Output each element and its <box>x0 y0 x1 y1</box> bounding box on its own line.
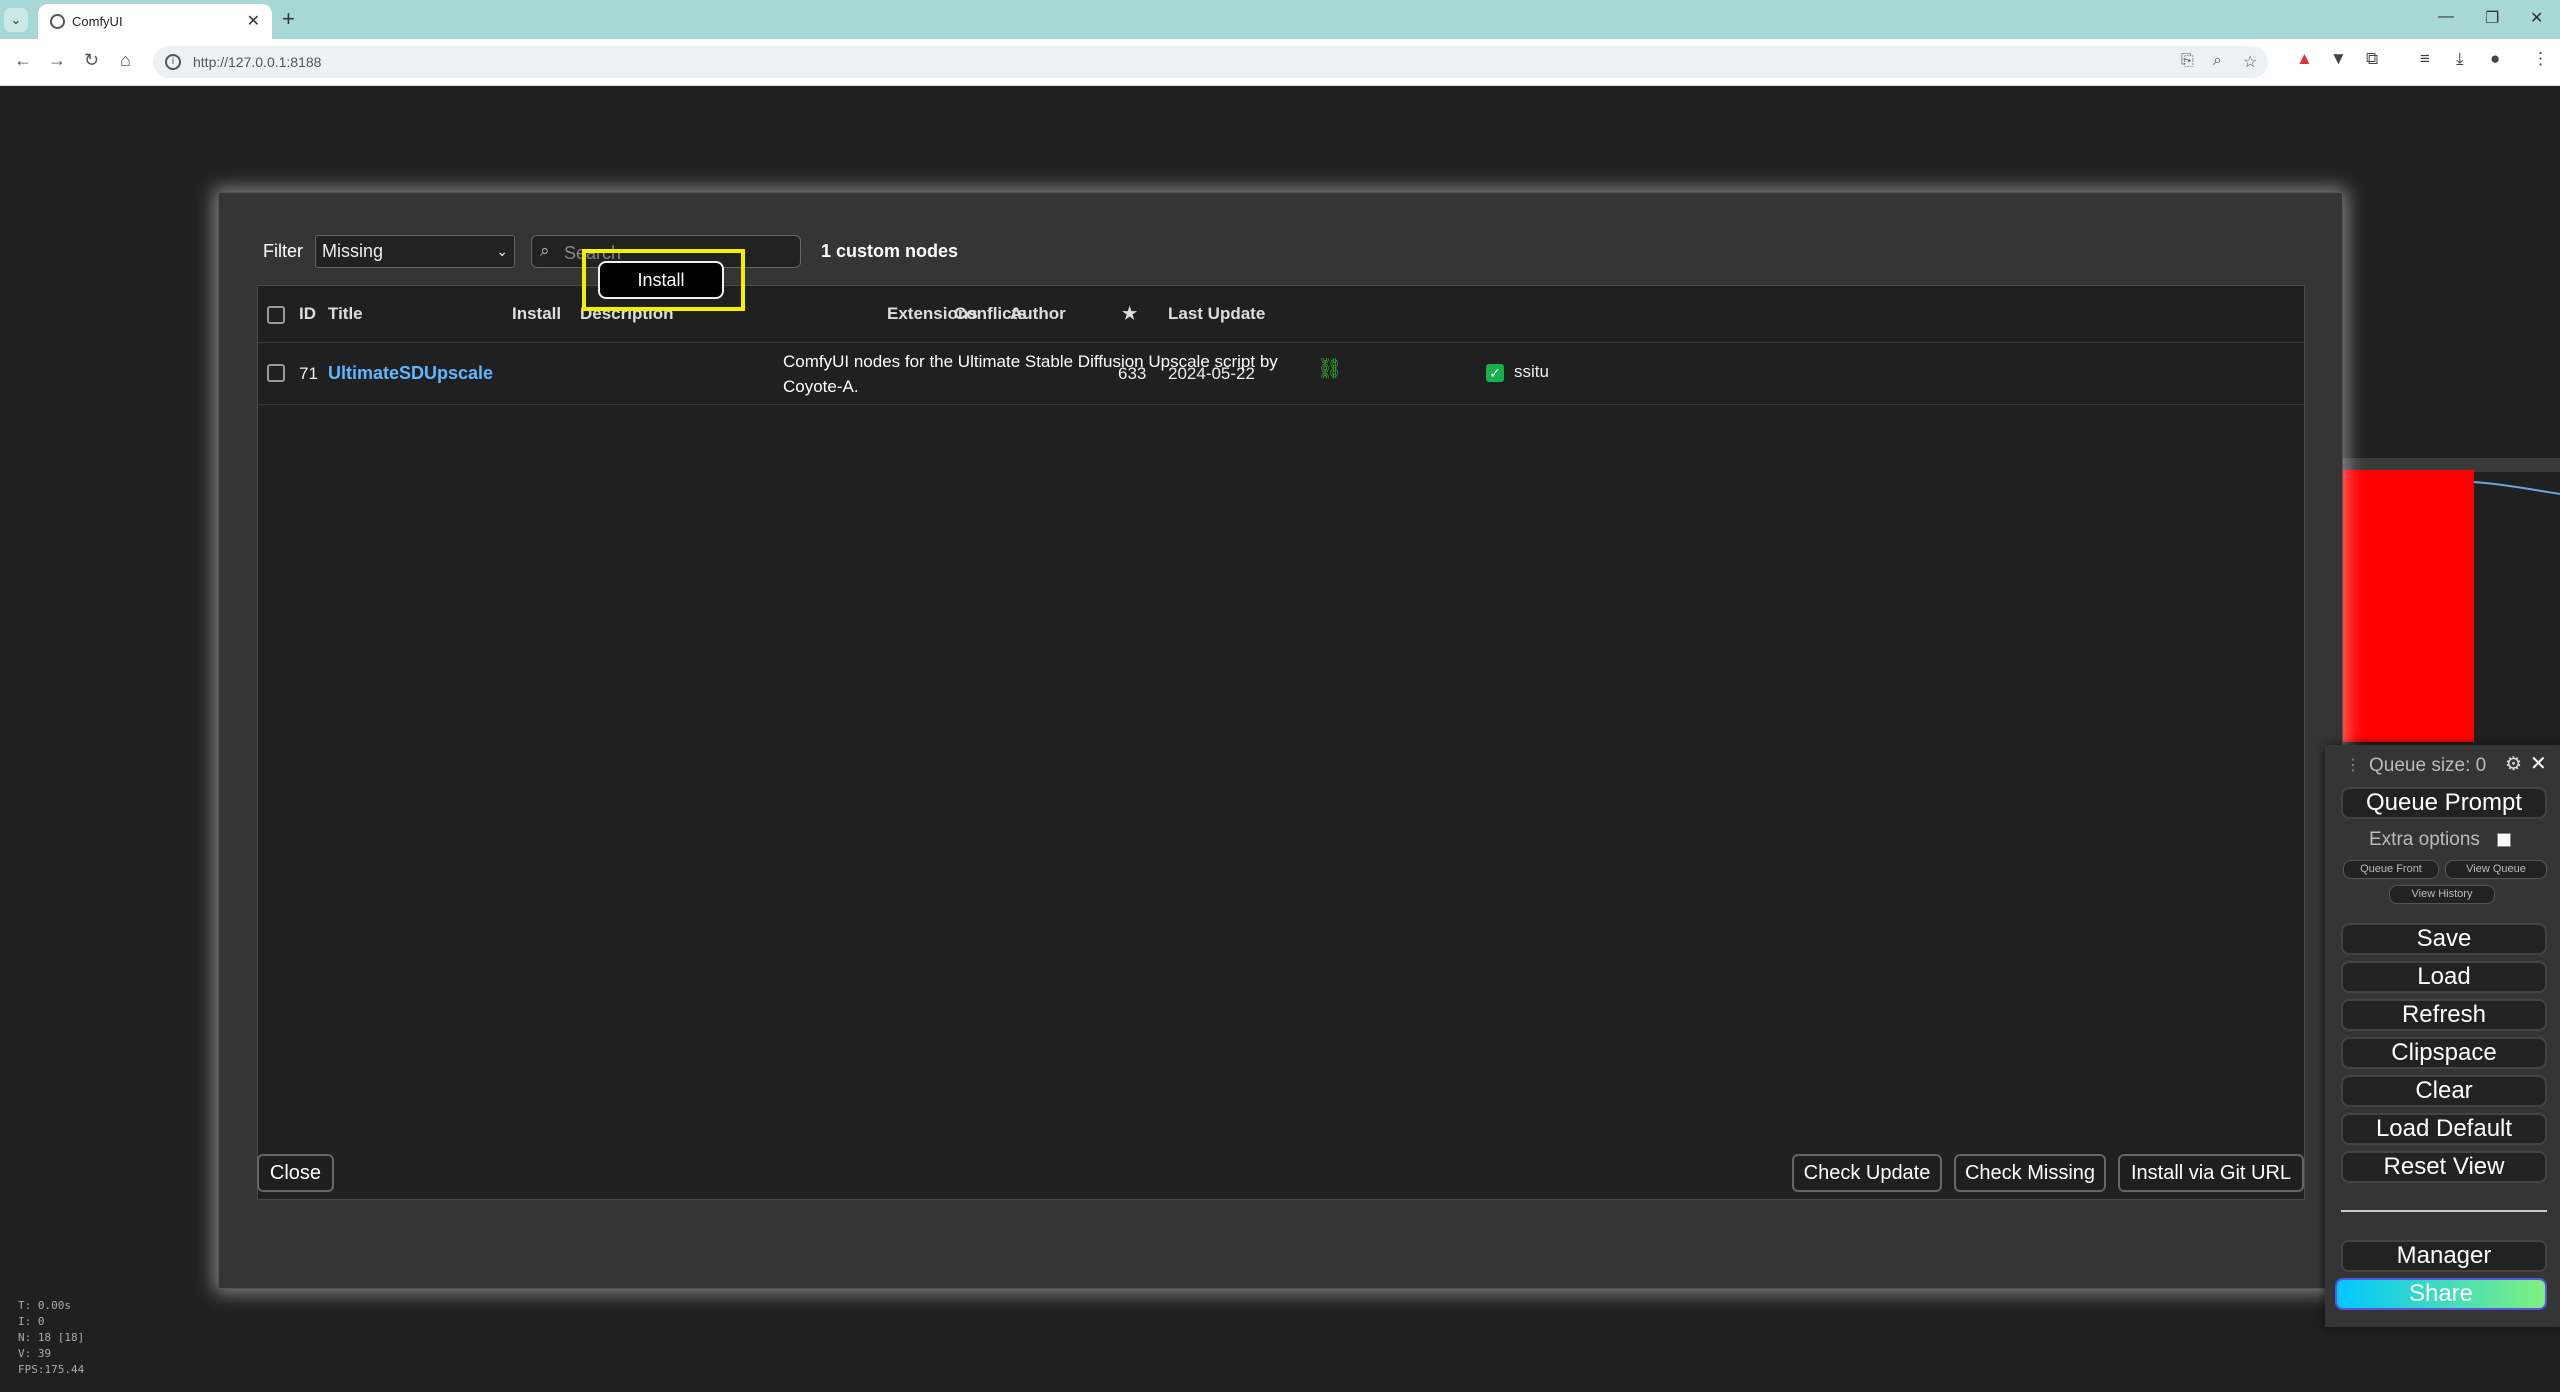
queue-panel: ⋮ Queue size: 0 ⚙ ✕ Queue Prompt Extra o… <box>2325 745 2560 1327</box>
menu-icon[interactable]: ⋮ <box>2532 49 2549 69</box>
forward-icon[interactable]: → <box>48 50 66 71</box>
column-header-id[interactable]: ID <box>299 304 316 324</box>
clipspace-button[interactable]: Clipspace <box>2341 1037 2547 1069</box>
clear-button[interactable]: Clear <box>2341 1075 2547 1107</box>
address-bar[interactable]: i http://127.0.0.1:8188 ⎘ ⌕ ☆ <box>153 46 2268 78</box>
chevron-down-icon: ⌄ <box>496 243 508 259</box>
site-favicon-icon <box>50 14 65 29</box>
nodes-table: ID Title Install Description Extensions … <box>257 285 2305 1200</box>
browser-tab[interactable]: ComfyUI ✕ <box>38 4 272 39</box>
restore-icon[interactable]: ❐ <box>2485 8 2499 28</box>
view-history-button[interactable]: View History <box>2389 885 2495 904</box>
row-divider <box>258 404 2304 405</box>
drag-handle-icon[interactable]: ⋮ <box>2345 755 2361 775</box>
select-all-checkbox[interactable] <box>267 306 285 324</box>
install-git-url-button[interactable]: Install via Git URL <box>2118 1154 2304 1192</box>
stat-v: V: 39 <box>18 1347 52 1360</box>
row-id: 71 <box>299 364 318 383</box>
save-button[interactable]: Save <box>2341 923 2547 955</box>
share-button[interactable]: Share <box>2335 1278 2547 1310</box>
translate-icon[interactable]: ⎘ <box>2181 52 2194 70</box>
extra-options-checkbox[interactable] <box>2497 833 2511 847</box>
filter-label: Filter <box>263 241 303 261</box>
reset-view-button[interactable]: Reset View <box>2341 1151 2547 1183</box>
downloads-icon[interactable]: ⤓ <box>2456 49 2464 69</box>
close-tab-icon[interactable]: ✕ <box>247 11 260 31</box>
extension-icon[interactable]: ▼ <box>2330 49 2347 69</box>
extensions-icon[interactable]: ⛓ <box>1317 356 1342 381</box>
load-default-button[interactable]: Load Default <box>2341 1113 2547 1145</box>
queue-front-button[interactable]: Queue Front <box>2343 860 2439 879</box>
extension-icon[interactable]: ▲ <box>2296 49 2313 69</box>
close-window-icon[interactable]: ✕ <box>2530 8 2543 28</box>
tab-dropdown-icon[interactable]: ⌄ <box>4 8 28 32</box>
url-text: http://127.0.0.1:8188 <box>193 54 322 70</box>
back-icon[interactable]: ← <box>14 50 32 71</box>
stat-i: I: 0 <box>18 1315 45 1328</box>
minimize-icon[interactable]: — <box>2438 8 2454 26</box>
zoom-icon[interactable]: ⌕ <box>2213 52 2222 70</box>
tab-title: ComfyUI <box>72 14 123 29</box>
media-icon[interactable]: ≡ <box>2420 49 2430 69</box>
home-icon[interactable]: ⌂ <box>120 50 131 71</box>
extra-options-label: Extra options <box>2369 829 2480 850</box>
node-count: 1 custom nodes <box>821 241 959 261</box>
row-title-link[interactable]: UltimateSDUpscale <box>328 363 493 384</box>
filter-value: Missing <box>322 241 384 261</box>
site-info-icon[interactable]: i <box>165 54 181 70</box>
new-tab-icon[interactable]: + <box>282 6 295 32</box>
panel-divider <box>2341 1210 2547 1212</box>
queue-prompt-button[interactable]: Queue Prompt <box>2341 787 2547 819</box>
column-header-author[interactable]: Author <box>1010 304 1066 324</box>
browser-tab-bar: ⌄ ComfyUI ✕ + — ❐ ✕ <box>0 0 2560 39</box>
profile-icon[interactable]: ● <box>2490 49 2500 69</box>
row-author-name: ssitu <box>1514 362 1549 381</box>
row-checkbox[interactable] <box>267 364 285 382</box>
queue-size: Queue size: 0 <box>2369 755 2487 776</box>
load-button[interactable]: Load <box>2341 961 2547 993</box>
browser-toolbar: ← → ↻ ⌂ i http://127.0.0.1:8188 ⎘ ⌕ ☆ ▲ … <box>0 39 2560 86</box>
close-icon[interactable]: ✕ <box>2530 751 2547 776</box>
graph-node[interactable] <box>2342 470 2474 742</box>
column-header-install[interactable]: Install <box>512 304 561 324</box>
column-header-stars[interactable]: ★ <box>1122 304 1137 324</box>
author-verified-icon: ✓ <box>1486 364 1504 382</box>
stat-fps: FPS:175.44 <box>18 1363 85 1376</box>
view-queue-button[interactable]: View Queue <box>2445 860 2547 879</box>
refresh-button[interactable]: Refresh <box>2341 999 2547 1031</box>
canvas-stats: T: 0.00s I: 0 N: 18 [18] V: 39 FPS:175.4… <box>18 1298 84 1378</box>
filter-select[interactable]: Missing ⌄ <box>315 235 515 268</box>
install-highlight: Install <box>582 249 745 311</box>
row-description: ComfyUI nodes for the Ultimate Stable Di… <box>783 352 1278 396</box>
manager-button[interactable]: Manager <box>2341 1240 2547 1272</box>
reload-icon[interactable]: ↻ <box>84 50 99 71</box>
stat-nodes: N: 18 [18] <box>18 1331 85 1344</box>
install-button[interactable]: Install <box>598 261 724 299</box>
check-missing-button[interactable]: Check Missing <box>1954 1154 2106 1192</box>
header-divider <box>258 342 2304 343</box>
search-icon: ⌕ <box>540 241 550 260</box>
close-button[interactable]: Close <box>257 1154 334 1192</box>
column-header-title[interactable]: Title <box>328 304 363 324</box>
check-update-button[interactable]: Check Update <box>1792 1154 1942 1192</box>
extensions-puzzle-icon[interactable]: ⧉ <box>2366 49 2378 69</box>
node-link <box>2474 481 2560 495</box>
stat-time: T: 0.00s <box>18 1299 71 1312</box>
bookmark-star-icon[interactable]: ☆ <box>2243 52 2257 72</box>
gear-icon[interactable]: ⚙ <box>2505 753 2522 776</box>
column-header-last-update[interactable]: Last Update <box>1168 304 1265 324</box>
